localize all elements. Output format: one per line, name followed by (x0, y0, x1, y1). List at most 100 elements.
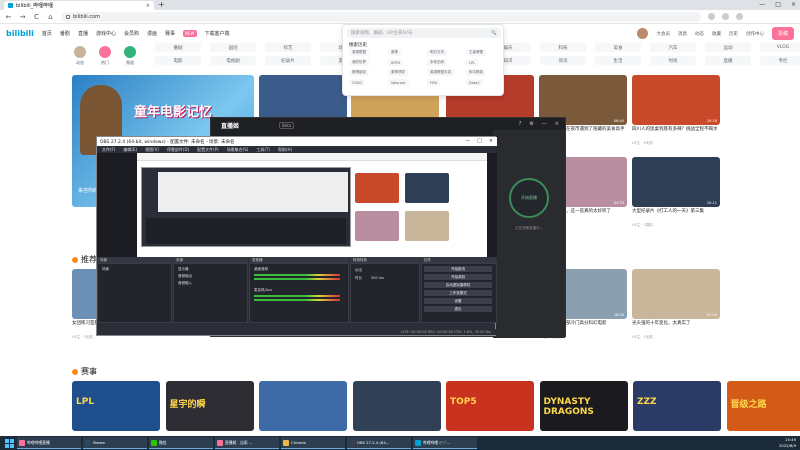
source-item-audio-out[interactable]: 音频输出 (178, 274, 192, 279)
search-history-chip[interactable]: Dota2 (466, 79, 483, 86)
extension-icon[interactable] (708, 13, 715, 20)
close-icon[interactable]: × (489, 138, 493, 144)
search-history-chip[interactable]: 英雄联盟手游 (427, 69, 454, 76)
video-title[interactable]: 大型纪录片《打工人的一天》第三集 (632, 209, 720, 215)
start-streaming-button[interactable]: 开始推流 (424, 266, 492, 272)
nav-manga[interactable]: 漫画 (147, 30, 157, 37)
settings-button[interactable]: 设置 (424, 298, 492, 304)
nav-live[interactable]: 直播 (78, 30, 88, 37)
search-history-chip[interactable]: CSGO (349, 79, 366, 86)
search-input[interactable]: 搜索视频、番剧、UP主或AV号 🔍 (347, 28, 501, 38)
download-client-link[interactable]: 下载客户端 (205, 30, 230, 37)
channel-chip[interactable]: 纪录片 (265, 56, 311, 65)
favorites-link[interactable]: 收藏 (712, 31, 721, 37)
search-icon[interactable]: 🔍 (491, 31, 497, 36)
channel-chip[interactable]: 汽车 (650, 43, 696, 52)
bilibili-logo[interactable]: bilibili (6, 29, 34, 38)
reload-icon[interactable]: C (33, 13, 40, 21)
obs-menu-item[interactable]: 场景集合(S) (227, 147, 249, 153)
taskbar-item[interactable]: 直播姬 - 出彩 ... (215, 437, 279, 449)
nav-game-center[interactable]: 游戏中心 (96, 30, 116, 37)
profile-icon[interactable] (722, 13, 729, 20)
taskbar-item[interactable]: 微信 (149, 437, 213, 449)
channel-chip[interactable]: 生活 (595, 56, 641, 65)
maximize-icon[interactable]: □ (477, 138, 482, 144)
minimize-icon[interactable]: — (542, 121, 547, 127)
channel-chip[interactable]: 时尚 (650, 56, 696, 65)
taskbar-item[interactable]: 哔哩哔哩直播 (17, 437, 81, 449)
messages-link[interactable]: 消息 (678, 31, 687, 37)
search-history-chip[interactable]: 王者荣耀 (466, 49, 486, 56)
video-title[interactable]: 四川人的饭桌到底有多辣？挑战全程不喝水 (632, 127, 720, 133)
nav-anime[interactable]: 番剧 (60, 30, 70, 37)
address-bar[interactable]: bilibili.com (61, 11, 701, 22)
search-history-chip[interactable]: FIFA (427, 79, 441, 86)
video-title[interactable]: 光头强的十年变化，太真实了 (632, 321, 720, 327)
avatar[interactable] (637, 28, 649, 39)
search-history-chip[interactable]: 赛博朋克 (349, 69, 369, 76)
source-item-audio-in[interactable]: 音频输入 (178, 281, 192, 286)
taskbar-item[interactable]: Steam (83, 437, 147, 449)
esports-card[interactable] (352, 381, 441, 431)
obs-menu-item[interactable]: 文件(F) (102, 147, 115, 153)
search-history-chip[interactable]: 我的世界 (349, 59, 369, 66)
channel-chip[interactable]: 番剧 (155, 43, 201, 52)
channel-chip[interactable]: 运动 (705, 43, 751, 52)
obs-menu-item[interactable]: 帮助(H) (278, 147, 292, 153)
nav-mall[interactable]: 会员购 (124, 30, 139, 37)
menu-icon[interactable] (736, 13, 743, 20)
channel-chip[interactable]: 电影 (155, 56, 201, 65)
channel-chip[interactable]: 国创 (210, 43, 256, 52)
studio-mode-button[interactable]: 工作室模式 (424, 290, 492, 296)
forward-icon[interactable]: → (19, 13, 26, 21)
vip-link[interactable]: 大会员 (656, 31, 670, 37)
search-history-chip[interactable]: 原神 (388, 49, 401, 56)
back-icon[interactable]: ← (5, 13, 12, 21)
settings-icon[interactable]: ⚙ (529, 121, 533, 127)
close-icon[interactable]: × (791, 0, 796, 10)
dynamics-link[interactable]: 动态 (695, 31, 704, 37)
channel-chip[interactable]: 资讯 (540, 56, 586, 65)
scene-item[interactable]: 场景 (102, 267, 109, 272)
video-thumbnail[interactable]: 10:18 (632, 75, 720, 125)
start-recording-button[interactable]: 开始录制 (424, 274, 492, 280)
source-item-display[interactable]: 显示器 (178, 267, 189, 272)
esports-card[interactable]: ZZZ (633, 381, 721, 431)
history-link[interactable]: 历史 (729, 31, 738, 37)
obs-menu-item[interactable]: 工具(T) (256, 147, 270, 153)
esports-card[interactable]: 晋级之路 (726, 381, 800, 431)
windows-start-icon[interactable] (3, 437, 15, 449)
search-history-chip[interactable]: 英雄联盟 (349, 49, 369, 56)
obs-preview[interactable] (97, 153, 497, 257)
obs-menu-item[interactable]: 停靠部件(D) (167, 147, 189, 153)
nav-esports[interactable]: 赛事 (165, 30, 175, 37)
video-thumbnail[interactable]: 07:09 (632, 269, 720, 319)
taskbar-item[interactable]: Chrome (281, 437, 345, 449)
taskbar-item[interactable]: 哔哩哔哩 (''-''... (413, 437, 477, 449)
search-history-chip[interactable]: Valorant (388, 79, 409, 86)
minimize-icon[interactable]: — (465, 138, 470, 144)
browser-tab[interactable]: bilibili_哔哩哔哩 × (4, 1, 154, 10)
taskbar-item[interactable]: OBS 27.2.4 (64... (347, 437, 411, 449)
start-live-button[interactable]: 开始直播 (509, 178, 549, 218)
esports-card[interactable]: 星宇的瞬 (165, 381, 254, 431)
channel-chip[interactable]: 直播 (705, 56, 751, 65)
virtual-camera-button[interactable]: 启动虚拟摄像机 (424, 282, 492, 288)
close-icon[interactable]: × (555, 121, 559, 127)
channel-chip[interactable]: 电视剧 (210, 56, 256, 65)
duration-input[interactable]: 300 ms (371, 276, 384, 280)
channel-chip[interactable]: 综艺 (265, 43, 311, 52)
channel-chip[interactable]: VLOG (760, 43, 800, 52)
minimize-icon[interactable]: — (759, 0, 765, 10)
search-history-chip[interactable]: APEX (388, 59, 404, 66)
search-history-chip[interactable]: 明日方舟 (427, 49, 447, 56)
esports-card[interactable] (259, 381, 347, 431)
home-icon[interactable]: ⌂ (47, 13, 54, 21)
obs-menu-item[interactable]: 编辑(E) (123, 147, 137, 153)
exit-button[interactable]: 退出 (424, 306, 492, 312)
video-thumbnail[interactable]: 20:11 (632, 157, 720, 207)
help-icon[interactable]: ? (519, 121, 522, 127)
new-tab-button[interactable]: + (158, 1, 165, 9)
system-tray-clock[interactable]: 15:49 2022/6/9 (779, 437, 796, 449)
nav-home[interactable]: 首页 (42, 30, 52, 37)
